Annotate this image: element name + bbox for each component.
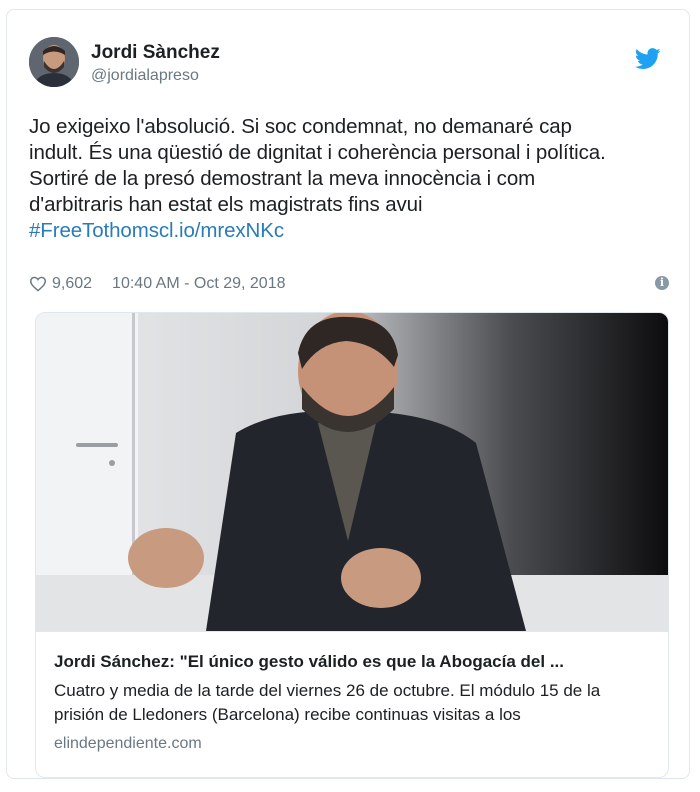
timestamp[interactable]: 10:40 AM - Oct 29, 2018: [112, 275, 285, 293]
card-image[interactable]: [36, 313, 669, 631]
info-icon[interactable]: i: [655, 276, 669, 290]
author-name[interactable]: Jordi Sànchez: [91, 42, 220, 64]
embedded-tweet: Jordi Sànchez @jordialapreso Jo exigeixo…: [6, 9, 690, 779]
author-handle[interactable]: @jordialapreso: [91, 67, 199, 85]
avatar[interactable]: [29, 37, 79, 87]
twitter-bird-icon[interactable]: [635, 48, 661, 70]
hashtag-link[interactable]: #FreeTothom: [29, 219, 149, 242]
card-domain: elindependiente.com: [54, 735, 202, 752]
tweet-meta: 9,602 10:40 AM - Oct 29, 2018 i: [29, 274, 669, 294]
tweet-body: Jo exigeixo l'absolució. Si soc condemna…: [29, 115, 606, 216]
card-description: Cuatro y media de la tarde del viernes 2…: [54, 681, 601, 724]
tweet-text: Jo exigeixo l'absolució. Si soc condemna…: [29, 114, 679, 244]
card-title[interactable]: Jordi Sánchez: "El único gesto válido es…: [54, 652, 654, 672]
url-link[interactable]: scl.io/mrexNKc: [149, 219, 284, 242]
like-count[interactable]: 9,602: [52, 275, 92, 293]
card-body[interactable]: Jordi Sánchez: "El único gesto válido es…: [36, 631, 668, 777]
heart-icon[interactable]: [29, 276, 47, 292]
link-card[interactable]: Jordi Sánchez: "El único gesto válido es…: [35, 312, 669, 778]
